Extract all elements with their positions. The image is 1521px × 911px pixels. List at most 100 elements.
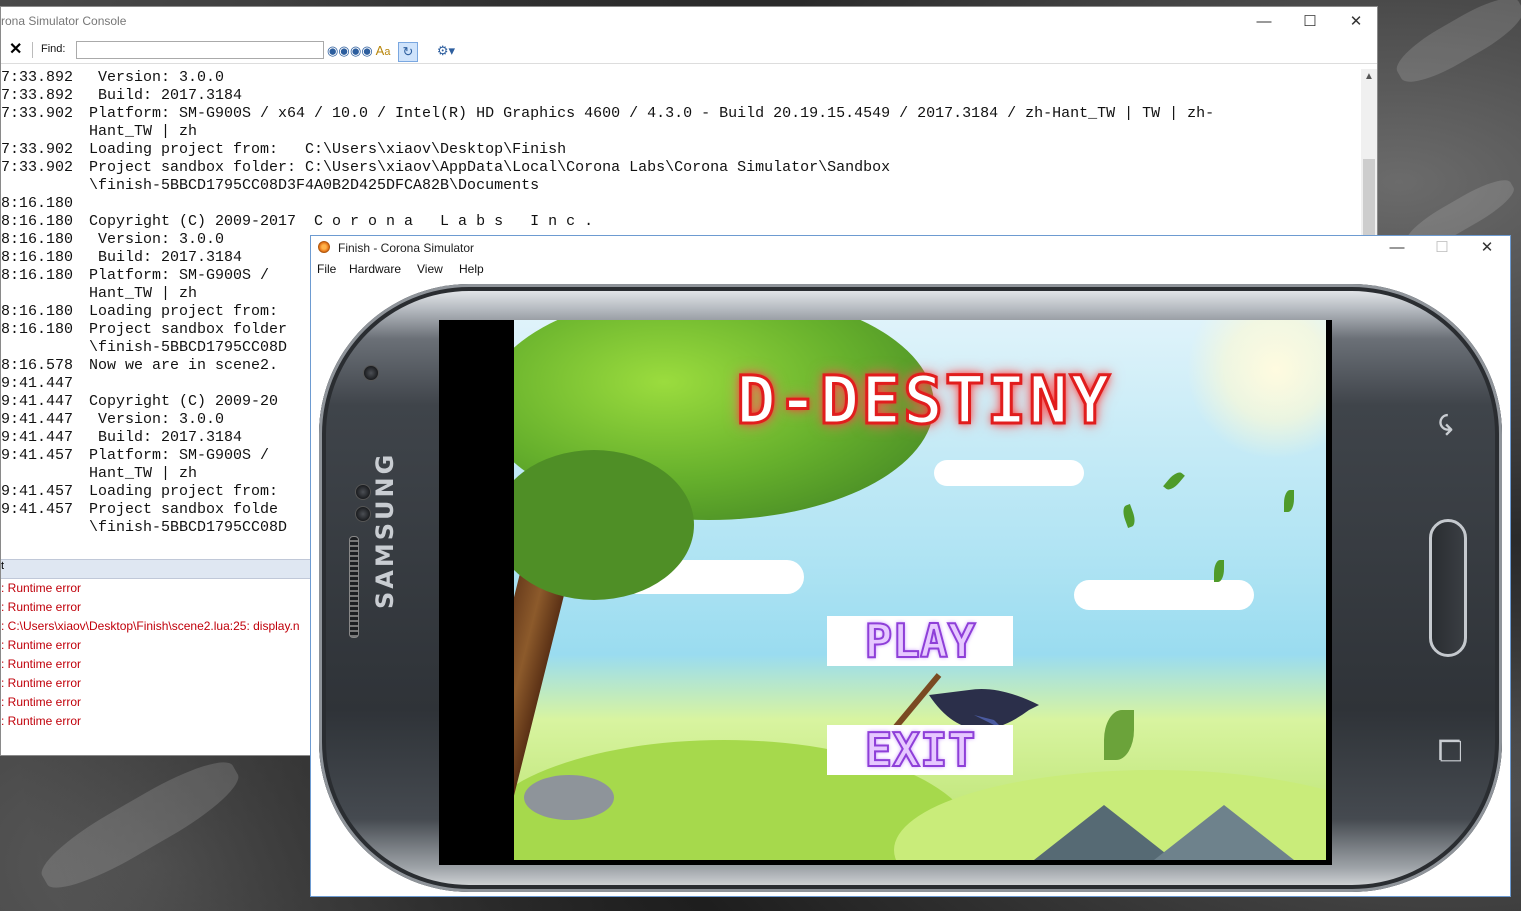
leaf	[1120, 503, 1138, 529]
log-line: 7:33.902 Loading project from: C:\Users\x…	[1, 141, 1361, 159]
exit-button[interactable]: EXIT	[827, 724, 1013, 776]
log-timestamp: 7:33.902	[1, 105, 74, 122]
log-message: Project sandbox folde	[89, 501, 279, 518]
cloud	[1074, 580, 1254, 610]
log-message: Loading project from: C:\Users\xiaov\Des…	[89, 141, 567, 158]
error-line[interactable]: : Runtime error	[1, 674, 311, 693]
error-line[interactable]: : Runtime error	[1, 598, 311, 617]
find-label: Find:	[41, 43, 66, 55]
error-line[interactable]: : Runtime error	[1, 636, 311, 655]
maximize-button: ☐	[1435, 239, 1449, 256]
log-message: Platform: SM-G900S /	[89, 447, 270, 464]
log-message: Copyright (C) 2009-20	[89, 393, 279, 410]
log-message: Build: 2017.3184	[89, 249, 243, 266]
menu-hardware[interactable]: Hardware	[349, 262, 401, 276]
log-line: 7:33.902 Platform: SM-G900S / x64 / 10.0 …	[1, 105, 1361, 123]
error-list-header: t	[1, 559, 311, 579]
close-icon[interactable]: ✕	[9, 39, 22, 59]
mountain	[1154, 805, 1294, 860]
log-line: 7:33.892 Version: 3.0.0	[1, 69, 1361, 87]
menu-view[interactable]: View	[417, 262, 443, 276]
log-timestamp: 9:41.457	[1, 501, 74, 518]
corona-app-icon	[318, 241, 330, 253]
log-timestamp: 9:41.447	[1, 411, 74, 428]
close-button[interactable]: ✕	[1464, 233, 1510, 263]
log-message: Copyright (C) 2009-2017 C o r o n a L a …	[89, 213, 594, 230]
menu-help[interactable]: Help	[459, 262, 484, 276]
close-button[interactable]: ✕	[1333, 7, 1379, 37]
log-message: Platform: SM-G900S / x64 / 10.0 / Intel(…	[89, 105, 1215, 122]
phone-sensor	[355, 484, 371, 500]
console-toolbar: ✕ Find: ◉◉ ◉◉ Aa ↻ ⚙▾	[1, 37, 1377, 64]
game-title: D-DESTINY	[735, 361, 1112, 441]
find-prev-binoculars-icon[interactable]: ◉◉	[350, 42, 373, 60]
log-timestamp: 7:33.902	[1, 141, 74, 158]
log-line: 8:16.180	[1, 195, 1361, 213]
simulator-title: Finish - Corona Simulator	[338, 241, 475, 255]
console-titlebar[interactable]: rona Simulator Console — ☐ ✕	[1, 7, 1377, 37]
leaf	[1104, 710, 1134, 760]
sun	[1186, 320, 1326, 460]
game-screen[interactable]: D-DESTINY PLAY EXIT	[514, 320, 1326, 860]
log-message: \finish-5BBCD1795CC08D	[89, 339, 288, 356]
maximize-button[interactable]: ☐	[1287, 7, 1333, 37]
log-message: \finish-5BBCD1795CC08D3F4A0B2D425DFCA82B…	[89, 177, 540, 194]
recent-apps-icon[interactable]: ❐	[1435, 738, 1468, 763]
log-message: Hant_TW | zh	[89, 465, 198, 482]
log-line: 8:16.180 Copyright (C) 2009-2017 C o r o …	[1, 213, 1361, 231]
error-line[interactable]: : Runtime error	[1, 693, 311, 712]
play-button[interactable]: PLAY	[827, 615, 1013, 667]
back-icon[interactable]: ↶	[1432, 413, 1465, 436]
find-input[interactable]	[76, 41, 324, 59]
mountain	[1034, 805, 1174, 860]
minimize-button[interactable]: —	[1241, 7, 1287, 37]
menu-file[interactable]: File	[317, 262, 336, 276]
log-timestamp: 9:41.457	[1, 447, 74, 464]
home-button[interactable]	[1429, 519, 1467, 657]
log-message: Hant_TW | zh	[89, 123, 198, 140]
log-timestamp: 7:33.892	[1, 87, 74, 104]
wrap-icon[interactable]: ↻	[398, 42, 418, 62]
log-timestamp: 7:33.892	[1, 69, 74, 86]
phone-skin: SAMSUNG D-DESTINY PLAY EXIT ↶ ❐	[319, 284, 1502, 892]
gear-icon[interactable]: ⚙▾	[431, 42, 461, 60]
log-message: Version: 3.0.0	[89, 69, 225, 86]
log-line: \finish-5BBCD1795CC08D3F4A0B2D425DFCA82B…	[1, 177, 1361, 195]
leaf	[1163, 469, 1185, 493]
phone-front-camera	[363, 365, 379, 381]
log-timestamp: 8:16.180	[1, 267, 74, 284]
console-title: rona Simulator Console	[1, 14, 127, 28]
log-timestamp: 8:16.180	[1, 195, 74, 212]
match-case-icon[interactable]: Aa	[374, 42, 392, 60]
log-message: \finish-5BBCD1795CC08D	[89, 519, 288, 536]
log-message: Project sandbox folder: C:\Users\xiaov\A…	[89, 159, 891, 176]
leaf	[1214, 560, 1224, 582]
log-message: Loading project from:	[89, 483, 279, 500]
find-next-binoculars-icon[interactable]: ◉◉	[327, 42, 350, 60]
log-timestamp: 8:16.180	[1, 249, 74, 266]
log-timestamp: 9:41.457	[1, 483, 74, 500]
simulator-titlebar[interactable]: Finish - Corona Simulator — ☐ ✕	[311, 236, 1510, 260]
error-list: : Runtime error: Runtime error: C:\Users…	[1, 579, 311, 744]
log-line: 7:33.902 Project sandbox folder: C:\Users…	[1, 159, 1361, 177]
log-message: Version: 3.0.0	[89, 411, 225, 428]
log-line: 7:33.892 Build: 2017.3184	[1, 87, 1361, 105]
log-timestamp: 9:41.447	[1, 429, 74, 446]
log-timestamp: 8:16.180	[1, 321, 74, 338]
minimize-button[interactable]: —	[1374, 233, 1420, 263]
scroll-up-icon[interactable]: ▲	[1364, 71, 1374, 82]
error-line[interactable]: : C:\Users\xiaov\Desktop\Finish\scene2.l…	[1, 617, 311, 636]
log-message: Now we are in scene2.	[89, 357, 279, 374]
desktop-decoration	[32, 748, 248, 902]
rock	[524, 775, 614, 820]
error-line[interactable]: : Runtime error	[1, 712, 311, 731]
log-message: Loading project from:	[89, 303, 279, 320]
error-line[interactable]: : Runtime error	[1, 655, 311, 674]
log-timestamp: 8:16.180	[1, 303, 74, 320]
log-message: Version: 3.0.0	[89, 231, 225, 248]
log-message: Project sandbox folder	[89, 321, 288, 338]
log-line: Hant_TW | zh	[1, 123, 1361, 141]
log-timestamp: 7:33.902	[1, 159, 74, 176]
device-brand: SAMSUNG	[371, 451, 399, 609]
error-line[interactable]: : Runtime error	[1, 579, 311, 598]
